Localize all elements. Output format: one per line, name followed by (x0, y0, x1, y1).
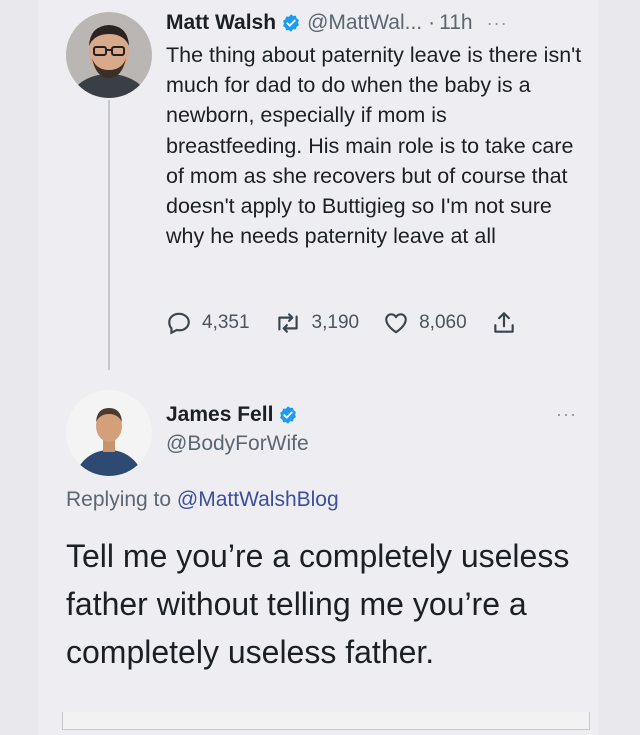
replying-handle-link[interactable]: @MattWalshBlog (177, 488, 339, 511)
more-icon[interactable]: ··· (556, 404, 577, 425)
avatar-matt-walsh[interactable] (66, 12, 152, 98)
tweet-text: The thing about paternity leave is there… (166, 43, 582, 249)
card-bottom-edge (62, 712, 590, 730)
separator-dot: · (428, 11, 436, 34)
like-count: 8,060 (419, 312, 467, 333)
verified-badge-icon (283, 14, 299, 32)
retweet-icon (277, 313, 298, 333)
like-icon (385, 313, 407, 334)
like-button[interactable]: 8,060 (383, 310, 467, 336)
avatar-image (66, 12, 152, 98)
reply-tweet-text: Tell me you’re a completely useless fath… (66, 538, 570, 670)
reply-author-handle[interactable]: @BodyForWife (166, 432, 309, 456)
tweet-actions: 4,351 3,190 8,060 (166, 310, 551, 336)
reply-button[interactable]: 4,351 (166, 310, 250, 336)
reply-count: 4,351 (202, 312, 250, 333)
author-name[interactable]: Matt Walsh (166, 11, 276, 35)
author-handle[interactable]: @MattWal... (307, 11, 422, 35)
reply-tweet-header: James Fell @BodyForWife (166, 400, 309, 456)
thread-connector-line (108, 100, 110, 370)
retweet-button[interactable]: 3,190 (274, 310, 360, 336)
reply-icon (168, 312, 190, 335)
reply-author-name[interactable]: James Fell (166, 403, 273, 427)
avatar-image (66, 390, 152, 476)
avatar-james-fell[interactable] (66, 390, 152, 476)
retweet-count: 3,190 (311, 312, 360, 333)
tweet-original: Matt Walsh @MattWal... · 11h ··· The thi… (166, 8, 586, 251)
verified-badge-icon (280, 406, 297, 424)
share-icon (493, 312, 514, 333)
tweet-time[interactable]: 11h (439, 11, 472, 35)
replying-to: Replying to @MattWalshBlog (66, 488, 339, 512)
reply-author-row: James Fell (166, 400, 309, 430)
more-icon[interactable]: ··· (487, 13, 508, 34)
share-button[interactable] (491, 310, 527, 336)
replying-prefix: Replying to (66, 488, 177, 511)
tweet-header: Matt Walsh @MattWal... · 11h ··· (166, 8, 586, 38)
